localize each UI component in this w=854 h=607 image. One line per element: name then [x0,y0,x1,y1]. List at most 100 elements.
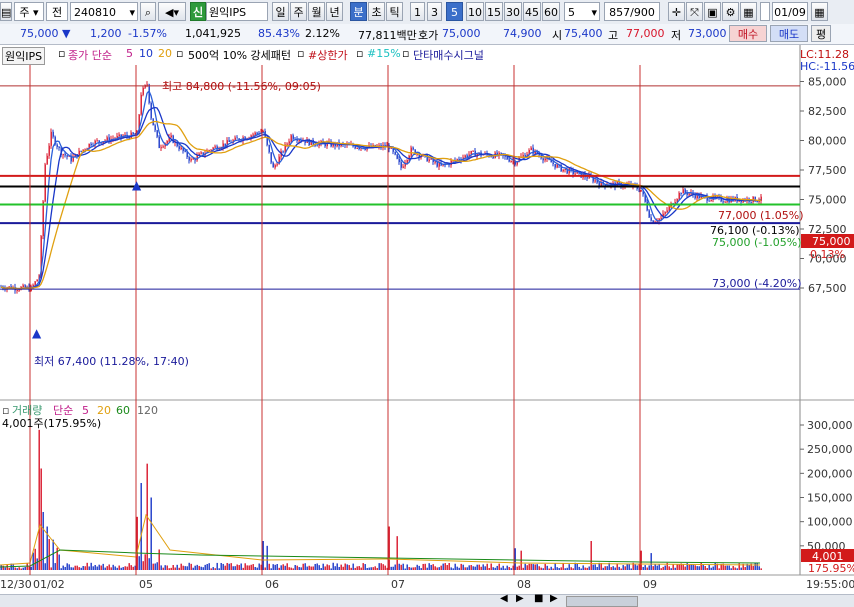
interval-10[interactable]: 10 [466,2,484,21]
volume-bar [154,563,156,570]
low-annotation: 최저 67,400 (11.28%, 17:40) [34,355,189,368]
evaluate-button[interactable]: 평 [811,25,831,42]
candle-body [274,165,276,168]
crosshair-icon[interactable]: ✛ [668,2,685,21]
volume-bar [712,566,714,570]
volume-bar [230,563,232,570]
volume-ma20[interactable]: 20 [97,404,111,417]
scroll-thumb[interactable] [566,596,638,607]
volume-bar [424,563,426,570]
market-select[interactable]: 주 ▾ [14,2,44,21]
volume-bar [582,565,584,570]
interval-3[interactable]: 3 [427,2,442,21]
candle-body [586,177,588,179]
volume-bar [158,549,160,570]
volume-bar [726,565,728,570]
volume-bar [122,567,124,570]
volume-bar [560,567,562,570]
volume-bar [200,566,202,570]
candle-body [184,151,186,153]
period-second[interactable]: 초 [368,2,385,21]
volume-bar [280,565,282,570]
save-icon[interactable]: ▣ [704,2,721,21]
interval-60[interactable]: 60 [542,2,560,21]
grid-icon[interactable]: ▦ [740,2,757,21]
buy-button[interactable]: 매수 [729,25,767,42]
volume-title[interactable]: 거래량 [12,404,42,417]
period-week[interactable]: 주 [290,2,307,21]
volume-ma60[interactable]: 60 [116,404,130,417]
date-checkbox[interactable] [760,2,770,21]
candle-body [32,284,34,287]
date-field[interactable]: 01/09 [772,2,808,21]
chart-scrollbar[interactable]: ◀ ▶ ■ ▶ [0,593,854,607]
stop-icon[interactable]: ■ [534,593,543,604]
volume-bar [382,564,384,570]
volume-bar [268,563,270,570]
v-tick-label: 100,000 [807,516,853,529]
volume-bar [468,565,470,570]
period-year[interactable]: 년 [326,2,343,21]
volume-bar [316,563,318,570]
volume-bar [222,563,224,570]
play-icon[interactable]: ▶ [550,593,558,604]
interval-15[interactable]: 15 [485,2,503,21]
interval-45[interactable]: 45 [523,2,541,21]
volume-bar [696,566,698,570]
interval-5[interactable]: 5 [446,2,463,21]
volume-bar [478,564,480,570]
period-month[interactable]: 월 [308,2,325,21]
period-day[interactable]: 일 [272,2,289,21]
candle-body [466,155,468,158]
period-tick[interactable]: 틱 [386,2,403,21]
volume-bar [490,563,492,570]
price-volume-chart[interactable]: 최고 84,800 (-11.56%, 09:05) 최저 67,400 (11… [0,45,854,594]
volume-bar [244,563,246,570]
stock-code-input[interactable]: 240810 ▾ [70,2,138,21]
volume-bar [636,565,638,570]
volume-bar [128,563,130,570]
gear-icon[interactable]: ⚙ [722,2,739,21]
trade-amount: 77,811백만 [358,29,417,42]
candle-body [710,199,712,201]
chart-tool-icon[interactable]: ⤧ [686,2,703,21]
volume-bar [144,554,146,570]
volume-bar [108,564,110,570]
volume-ma-label[interactable]: 단순 [53,404,73,417]
volume-bar [16,568,18,570]
volume-bar [714,562,716,570]
interval-30[interactable]: 30 [504,2,522,21]
volume-bar [282,564,284,570]
volume-bar [166,565,168,570]
scroll-right-icon[interactable]: ▶ [516,593,524,604]
volume-bar [78,567,80,570]
volume-value: 1,041,925 [185,27,241,40]
mode-select[interactable]: 전 [46,2,68,21]
volume-ma5[interactable]: 5 [82,404,89,417]
search-icon[interactable]: ⌕ [140,2,156,21]
volume-ma120[interactable]: 120 [137,404,158,417]
volume-bar [202,567,204,570]
volume-bar [698,566,700,570]
interval-custom-select[interactable]: 5 ▾ [564,2,600,21]
candle-body [434,161,436,163]
stock-name-field[interactable]: 원익IPS [206,2,268,21]
volume-bar [120,567,122,570]
volume-bar [622,565,624,570]
y-tick-label: 80,000 [808,135,847,148]
data-count-field[interactable]: 857/900 [604,2,660,21]
volume-bar [586,567,588,570]
sell-button[interactable]: 매도 [770,25,808,42]
volume-bar [342,566,344,570]
calendar-icon[interactable]: ▦ [811,2,828,21]
volume-bar [136,516,138,570]
candle-body [66,155,68,157]
speaker-icon[interactable]: ◀▾ [158,2,186,21]
interval-1[interactable]: 1 [410,2,425,21]
volume-bar [564,568,566,570]
period-minute[interactable]: 분 [350,2,367,21]
scroll-left-icon[interactable]: ◀ [500,593,508,604]
menu-icon[interactable]: ▤ [0,2,12,21]
price-change-pct: -1.57% [128,27,167,40]
volume-bar [170,567,172,570]
